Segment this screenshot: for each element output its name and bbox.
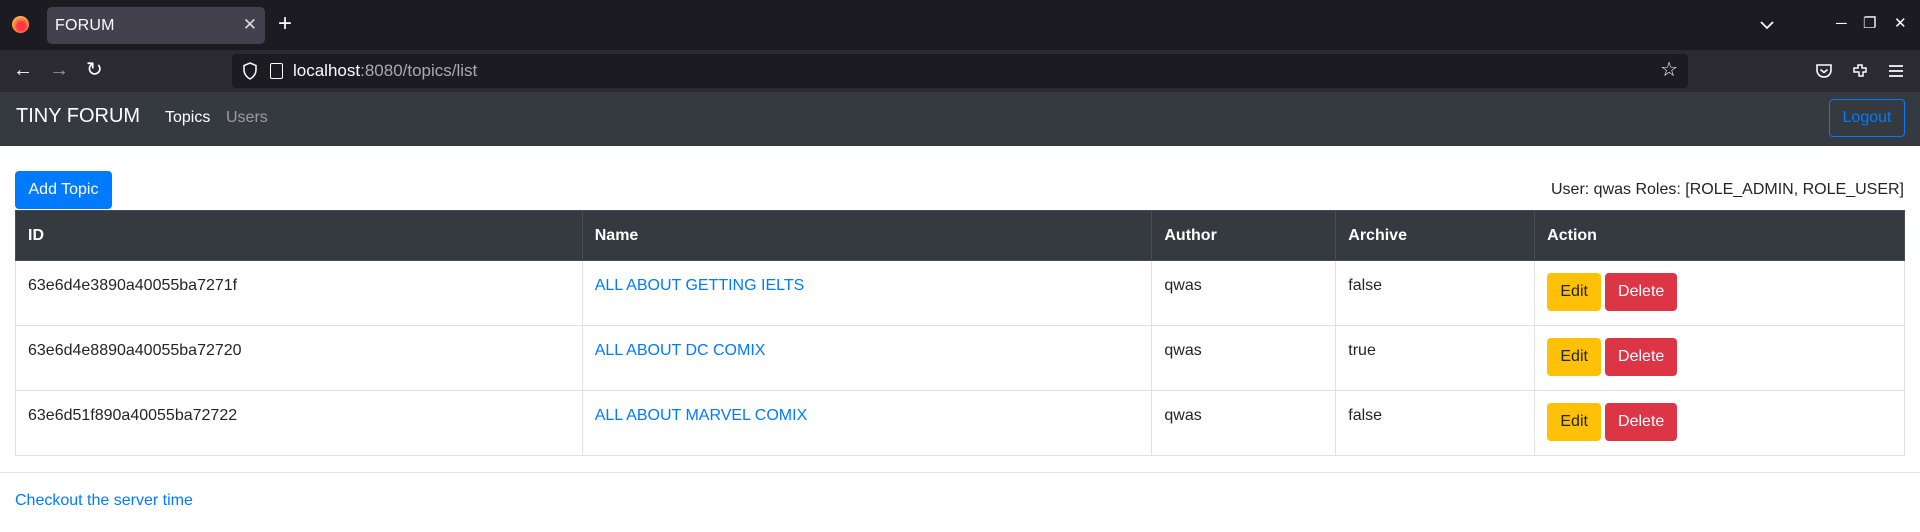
- nav-link-topics[interactable]: Topics: [165, 109, 210, 127]
- brand[interactable]: TINY FORUM: [16, 105, 140, 128]
- tab-close-icon[interactable]: ✕: [243, 15, 257, 35]
- cell-id: 63e6d4e3890a40055ba7271f: [15, 260, 583, 326]
- menu-icon[interactable]: [1886, 61, 1906, 81]
- topic-link[interactable]: ALL ABOUT GETTING IELTS: [595, 277, 805, 294]
- cell-action: Edit Delete: [1534, 325, 1905, 391]
- table-row: 63e6d51f890a40055ba72722 ALL ABOUT MARVE…: [15, 390, 1905, 456]
- close-window-icon[interactable]: ✕: [1894, 14, 1907, 34]
- url-text[interactable]: localhost:8080/topics/list: [293, 61, 477, 81]
- cell-author: qwas: [1151, 260, 1337, 326]
- new-tab-icon[interactable]: +: [278, 11, 292, 37]
- topic-link[interactable]: ALL ABOUT MARVEL COMIX: [595, 407, 808, 424]
- extensions-icon[interactable]: [1850, 61, 1870, 81]
- column-header-id: ID: [15, 210, 583, 261]
- tab-title: FORUM: [55, 17, 115, 34]
- url-host: localhost: [293, 61, 361, 80]
- cell-action: Edit Delete: [1534, 260, 1905, 326]
- logout-button[interactable]: Logout: [1829, 99, 1905, 137]
- table-row: 63e6d4e8890a40055ba72720 ALL ABOUT DC CO…: [15, 325, 1905, 391]
- delete-button[interactable]: Delete: [1605, 273, 1678, 311]
- cell-archive: false: [1335, 260, 1536, 326]
- restore-icon[interactable]: ❐: [1863, 14, 1876, 34]
- edit-button[interactable]: Edit: [1547, 273, 1602, 311]
- column-header-author: Author: [1151, 210, 1337, 261]
- shield-icon[interactable]: [242, 62, 258, 80]
- page-icon: [270, 63, 283, 79]
- topics-table: ID Name Author Archive Action 63e6d4e389…: [15, 210, 1905, 456]
- cell-archive: false: [1335, 390, 1536, 456]
- column-header-name: Name: [581, 210, 1153, 261]
- footer-divider: [0, 472, 1920, 473]
- cell-id: 63e6d51f890a40055ba72722: [15, 390, 583, 456]
- delete-button[interactable]: Delete: [1605, 338, 1678, 376]
- firefox-icon: [12, 16, 29, 33]
- cell-archive: true: [1335, 325, 1536, 391]
- bookmark-star-icon[interactable]: ☆: [1660, 59, 1678, 81]
- url-path: :8080/topics/list: [360, 61, 478, 80]
- table-header-row: ID Name Author Archive Action: [15, 210, 1905, 261]
- server-time-link[interactable]: Checkout the server time: [15, 492, 193, 510]
- cell-id: 63e6d4e8890a40055ba72720: [15, 325, 583, 391]
- minimize-icon[interactable]: ─: [1836, 14, 1847, 34]
- table-row: 63e6d4e3890a40055ba7271f ALL ABOUT GETTI…: [15, 260, 1905, 326]
- cell-author: qwas: [1151, 325, 1337, 391]
- column-header-action: Action: [1534, 210, 1905, 261]
- cell-author: qwas: [1151, 390, 1337, 456]
- cell-action: Edit Delete: [1534, 390, 1905, 456]
- column-header-archive: Archive: [1335, 210, 1536, 261]
- app-navbar: TINY FORUM Topics Users Logout: [0, 92, 1920, 146]
- browser-tab[interactable]: FORUM ✕: [47, 7, 265, 44]
- back-icon[interactable]: ←: [13, 58, 33, 82]
- cell-name: ALL ABOUT GETTING IELTS: [581, 260, 1153, 326]
- edit-button[interactable]: Edit: [1547, 403, 1602, 441]
- delete-button[interactable]: Delete: [1605, 403, 1678, 441]
- forward-icon[interactable]: →: [49, 58, 69, 82]
- reload-icon[interactable]: ↻: [86, 58, 103, 82]
- chevron-down-icon[interactable]: [1758, 16, 1776, 34]
- cell-name: ALL ABOUT MARVEL COMIX: [581, 390, 1153, 456]
- topic-link[interactable]: ALL ABOUT DC COMIX: [595, 342, 766, 359]
- user-info: User: qwas Roles: [ROLE_ADMIN, ROLE_USER…: [1551, 181, 1904, 198]
- address-bar[interactable]: localhost:8080/topics/list ☆: [232, 54, 1688, 88]
- add-topic-button[interactable]: Add Topic: [15, 171, 112, 209]
- cell-name: ALL ABOUT DC COMIX: [581, 325, 1153, 391]
- edit-button[interactable]: Edit: [1547, 338, 1602, 376]
- nav-link-users[interactable]: Users: [226, 109, 268, 127]
- pocket-icon[interactable]: [1814, 61, 1834, 81]
- browser-toolbar: ← → ↻ localhost:8080/topics/list ☆: [0, 50, 1920, 92]
- browser-tabstrip: FORUM ✕ + ─ ❐ ✕: [0, 0, 1920, 50]
